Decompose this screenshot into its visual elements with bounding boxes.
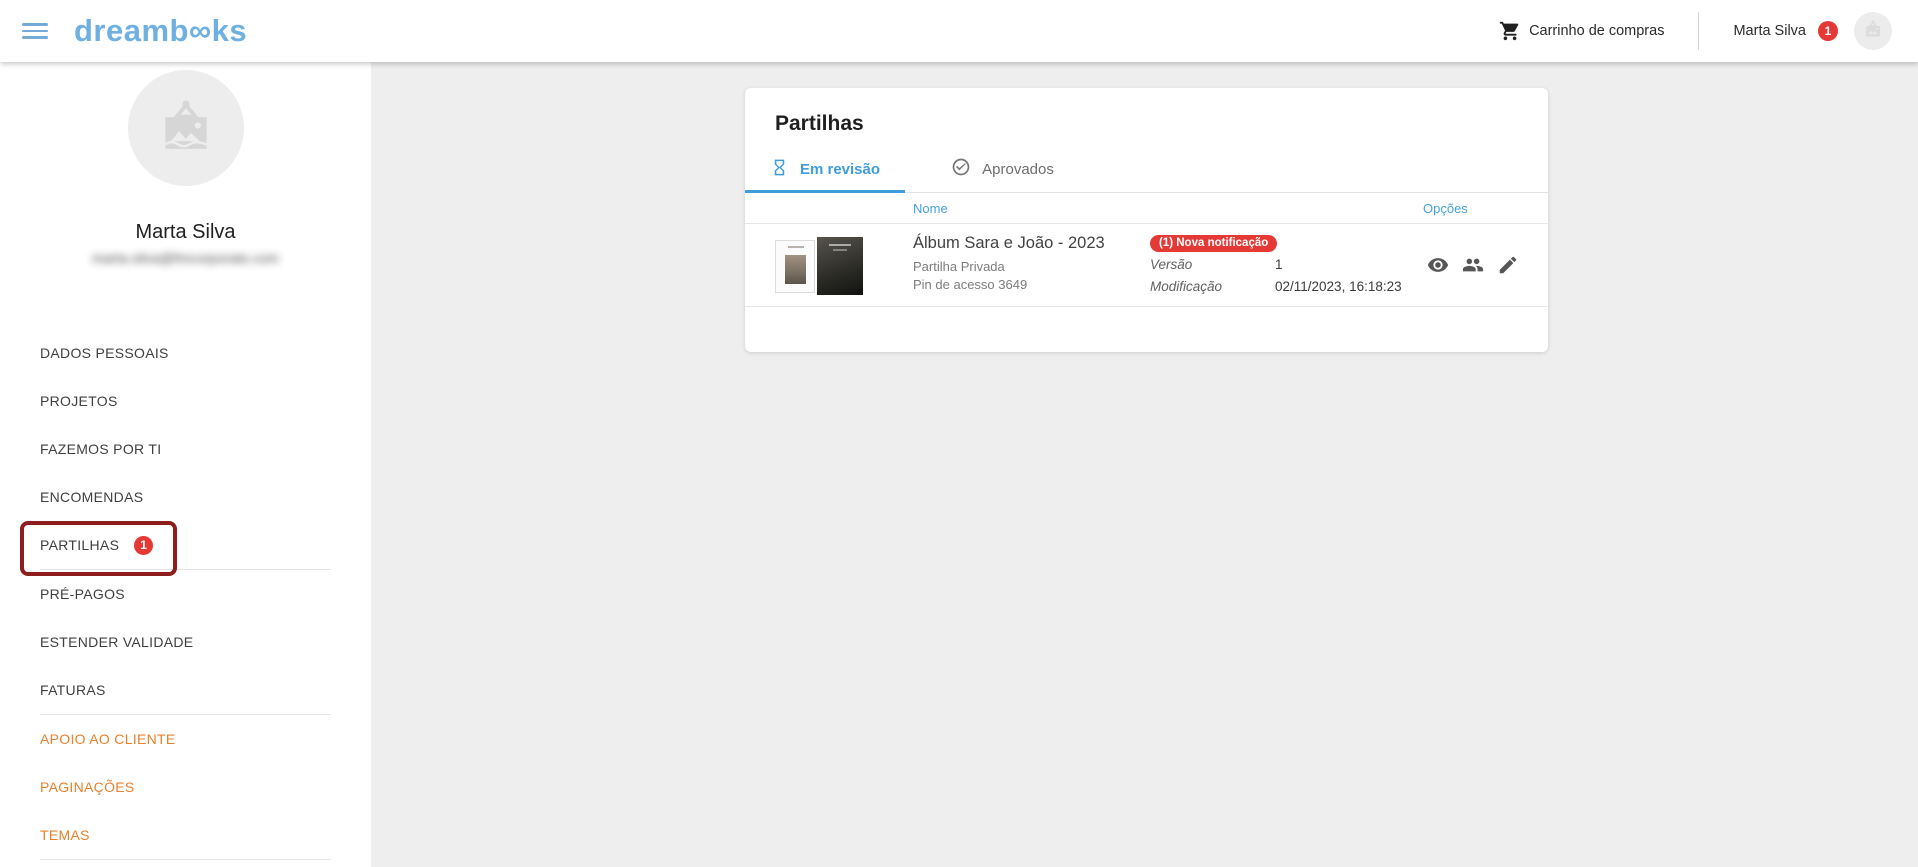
sidebar-item-partilhas[interactable]: PARTILHAS 1	[0, 521, 371, 569]
tab-label: Aprovados	[982, 161, 1054, 178]
view-icon[interactable]	[1427, 254, 1449, 276]
profile-name: Marta Silva	[0, 218, 371, 246]
cover-photo	[785, 255, 806, 284]
column-header-opcoes: Opções	[1423, 193, 1468, 224]
tab-em-revisao[interactable]: Em revisão	[745, 146, 905, 192]
sidebar-item-faturas[interactable]: FATURAS	[0, 666, 371, 714]
sidebar-item-paginacoes[interactable]: PAGINAÇÕES	[0, 763, 371, 811]
main-content: Partilhas Em revisão Aprovados Nome Opçõ…	[371, 62, 1918, 867]
notification-count-badge: 1	[1818, 21, 1838, 41]
tab-label: Em revisão	[800, 161, 880, 178]
table-row: Álbum Sara e João - 2023 Partilha Privad…	[745, 224, 1548, 307]
share-users-icon[interactable]	[1462, 254, 1484, 276]
sidebar-menu: DADOS PESSOAIS PROJETOS FAZEMOS POR TI E…	[0, 329, 371, 860]
sidebar-item-fazemos-por-ti[interactable]: FAZEMOS POR TI	[0, 425, 371, 473]
modification-label: Modificação	[1150, 278, 1275, 296]
sidebar-item-projetos[interactable]: PROJETOS	[0, 377, 371, 425]
hourglass-icon	[770, 158, 789, 181]
album-photo-thumbnail	[817, 237, 863, 295]
image-placeholder-icon	[1862, 18, 1884, 45]
modification-row: Modificação 02/11/2023, 16:18:23	[1150, 278, 1430, 296]
partilhas-card: Partilhas Em revisão Aprovados Nome Opçõ…	[745, 88, 1548, 352]
menu-divider	[40, 859, 331, 860]
share-type: Partilha Privada	[913, 258, 1105, 276]
access-pin: Pin de acesso 3649	[913, 276, 1105, 294]
topbar-divider	[1698, 12, 1699, 50]
sidebar-item-temas[interactable]: TEMAS	[0, 811, 371, 859]
sidebar-item-dados-pessoais[interactable]: DADOS PESSOAIS	[0, 329, 371, 377]
album-thumbnails	[775, 236, 863, 296]
version-label: Versão	[1150, 256, 1275, 274]
sidebar-item-pre-pagos[interactable]: PRÉ-PAGOS	[0, 570, 371, 618]
check-circle-icon	[951, 157, 971, 181]
shopping-cart-icon[interactable]	[1499, 20, 1521, 42]
image-placeholder-icon	[153, 93, 219, 164]
modification-value: 02/11/2023, 16:18:23	[1275, 278, 1402, 296]
hamburger-menu-icon[interactable]	[22, 23, 48, 39]
partilhas-count-badge: 1	[134, 536, 153, 555]
user-avatar-button[interactable]	[1854, 12, 1892, 50]
dreambooks-logo[interactable]: dreamb∞ks	[74, 0, 247, 62]
profile-avatar	[128, 70, 244, 186]
row-name-block: Álbum Sara e João - 2023 Partilha Privad…	[913, 234, 1105, 294]
tabs-bar: Em revisão Aprovados	[745, 146, 1548, 193]
cart-label[interactable]: Carrinho de compras	[1529, 23, 1664, 39]
card-title: Partilhas	[775, 112, 864, 136]
topbar-left: dreamb∞ks	[22, 0, 247, 62]
sidebar-item-apoio-ao-cliente[interactable]: APOIO AO CLIENTE	[0, 715, 371, 763]
topbar: dreamb∞ks Carrinho de compras Marta Silv…	[0, 0, 1918, 62]
album-cover-thumbnail	[775, 240, 815, 293]
version-value: 1	[1275, 256, 1283, 274]
profile-email-redacted: marta.silva@fmcorporate.com	[0, 250, 371, 266]
row-meta-block: (1) Nova notificação Versão 1 Modificaçã…	[1150, 233, 1430, 296]
tab-aprovados[interactable]: Aprovados	[915, 146, 1090, 192]
version-row: Versão 1	[1150, 256, 1430, 274]
column-header-nome: Nome	[913, 193, 948, 224]
album-name: Álbum Sara e João - 2023	[913, 234, 1105, 253]
sidebar-item-encomendas[interactable]: ENCOMENDAS	[0, 473, 371, 521]
new-notification-badge: (1) Nova notificação	[1150, 235, 1277, 252]
sidebar-item-label: PARTILHAS	[40, 537, 119, 553]
user-name[interactable]: Marta Silva	[1733, 23, 1806, 39]
sidebar-item-estender-validade[interactable]: ESTENDER VALIDADE	[0, 618, 371, 666]
edit-icon[interactable]	[1497, 254, 1519, 276]
row-actions	[1427, 254, 1519, 276]
topbar-right: Carrinho de compras Marta Silva 1	[1499, 0, 1892, 62]
sidebar: Marta Silva marta.silva@fmcorporate.com …	[0, 62, 371, 867]
table-header: Nome Opções	[745, 193, 1548, 224]
